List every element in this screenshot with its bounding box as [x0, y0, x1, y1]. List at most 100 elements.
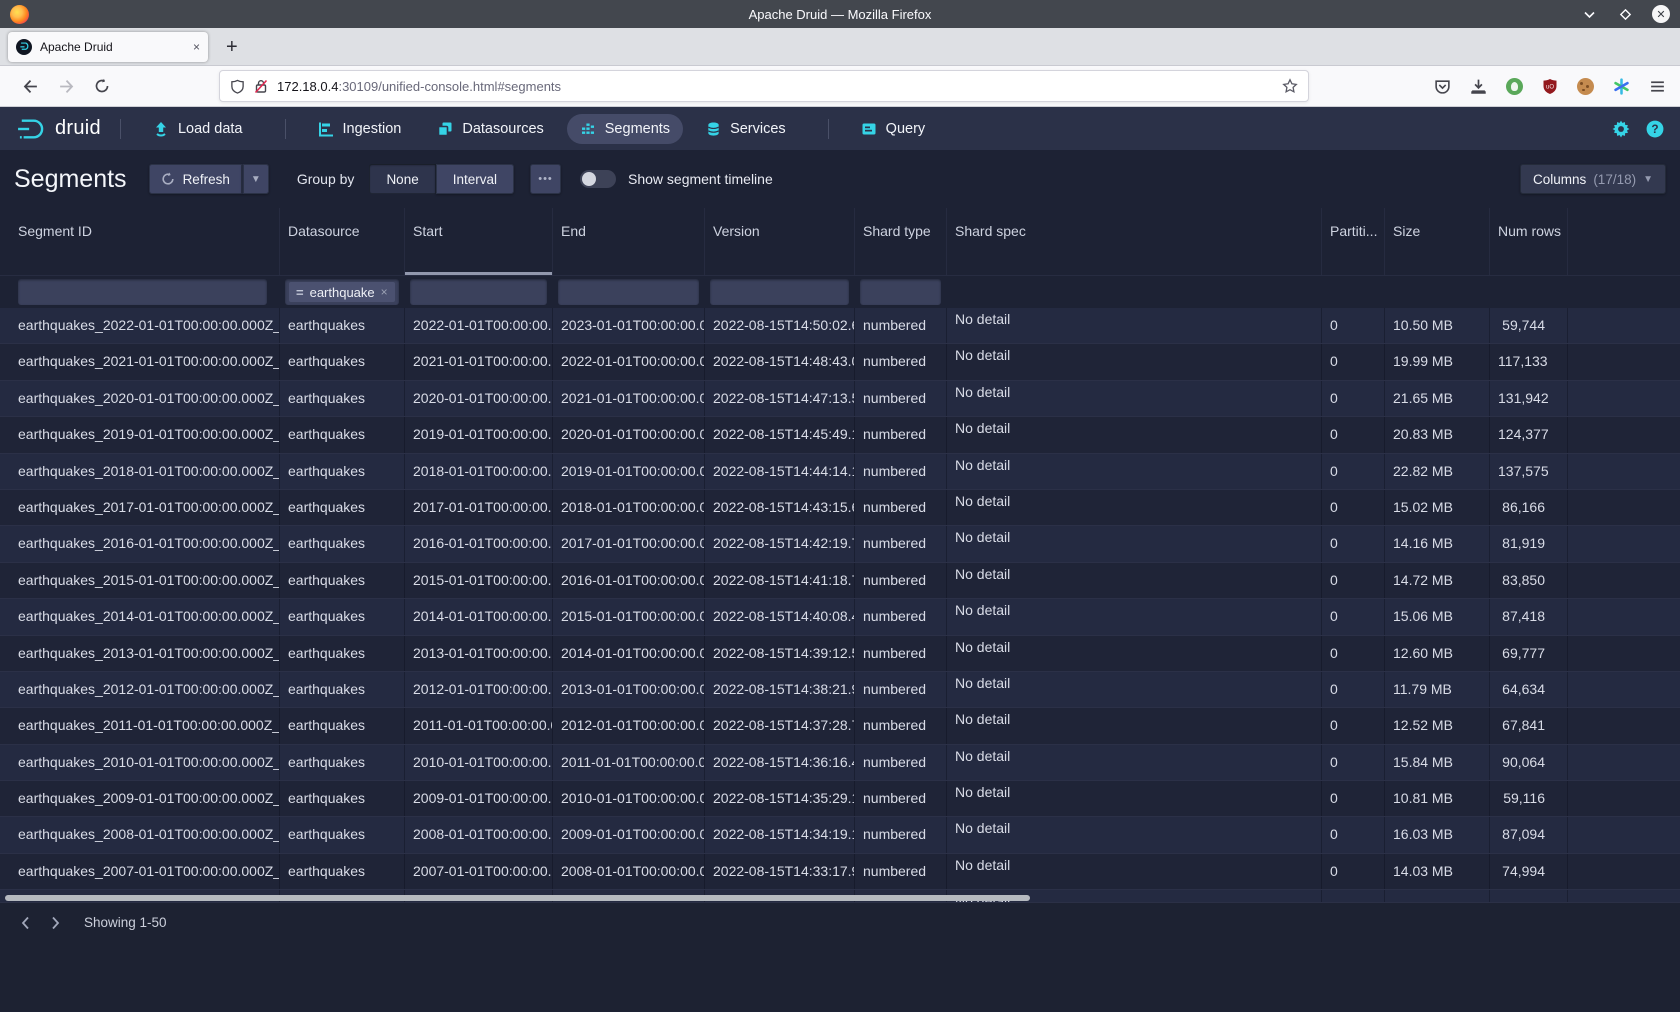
cell-start: 2010-01-01T00:00:00.0...: [405, 745, 553, 780]
cell-partition: 0: [1322, 599, 1385, 634]
cell-partition: 0: [1322, 308, 1385, 343]
cell-partition: 0: [1322, 672, 1385, 707]
cell-version: 2022-08-15T14:42:19.7...: [705, 526, 855, 561]
cell-num-rows: 74,994: [1490, 854, 1568, 889]
nav-item-ingestion[interactable]: Ingestion: [305, 114, 415, 144]
window-minimize-button[interactable]: [1580, 5, 1598, 23]
filter-input-start[interactable]: [410, 279, 547, 305]
columns-button[interactable]: Columns (17/18) ▼: [1520, 164, 1666, 194]
extension-green-icon[interactable]: [1506, 78, 1523, 95]
cell-shard-spec: No detail: [947, 636, 1322, 671]
url-bar[interactable]: 172.18.0.4:30109/unified-console.html#se…: [219, 70, 1309, 102]
refresh-button[interactable]: Refresh: [149, 164, 242, 194]
filter-input-shard-type[interactable]: [860, 279, 941, 305]
nav-item-services[interactable]: Services: [693, 114, 799, 144]
segment-timeline-label: Show segment timeline: [628, 171, 773, 187]
column-header-num-rows[interactable]: Num rows: [1490, 208, 1568, 275]
cell-shard-spec: No detail: [947, 308, 1322, 343]
cookie-extension-icon[interactable]: [1577, 78, 1594, 95]
group-by-none-button[interactable]: None: [369, 164, 435, 194]
cell-shard-spec: No detail: [947, 563, 1322, 598]
column-header-size[interactable]: Size: [1385, 208, 1490, 275]
chevron-down-icon: ▼: [1643, 174, 1653, 185]
cell-version: 2022-08-15T14:45:49.1...: [705, 417, 855, 452]
segment-timeline-toggle[interactable]: [580, 170, 616, 188]
table-row: earthquakes_2016-01-01T00:00:00.000Z_2..…: [0, 526, 1680, 562]
browser-tab-apache-druid[interactable]: Apache Druid ×: [8, 32, 208, 62]
column-header-end[interactable]: End: [553, 208, 705, 275]
next-page-button[interactable]: [40, 908, 70, 938]
refresh-options-button[interactable]: ▼: [242, 164, 269, 194]
cell-segment-id: earthquakes_2011-01-01T00:00:00.000Z_2..…: [0, 708, 280, 743]
bookmark-star-icon[interactable]: [1282, 78, 1298, 94]
filter-input-version[interactable]: [710, 279, 849, 305]
nav-item-query[interactable]: Query: [848, 114, 939, 144]
cell-shard-spec: No detail: [947, 781, 1322, 816]
column-header-version[interactable]: Version: [705, 208, 855, 275]
table-row: earthquakes_2015-01-01T00:00:00.000Z_2..…: [0, 563, 1680, 599]
table-row: earthquakes_2018-01-01T00:00:00.000Z_2..…: [0, 454, 1680, 490]
reload-button[interactable]: [86, 71, 118, 101]
insecure-lock-icon[interactable]: [254, 79, 268, 94]
downloads-icon[interactable]: [1470, 78, 1487, 95]
more-options-button[interactable]: •••: [530, 164, 561, 194]
cell-start: 2018-01-01T00:00:00.0...: [405, 454, 553, 489]
close-icon: ✕: [1652, 5, 1670, 23]
nav-item-segments[interactable]: Segments: [567, 114, 683, 144]
cell-segment-id: earthquakes_2018-01-01T00:00:00.000Z_2..…: [0, 454, 280, 489]
druid-brand[interactable]: druid: [16, 117, 101, 141]
scrollbar-thumb[interactable]: [5, 895, 1030, 901]
window-close-button[interactable]: ✕: [1652, 5, 1670, 23]
gear-icon[interactable]: [1612, 120, 1630, 138]
new-tab-button[interactable]: +: [226, 37, 238, 57]
back-button[interactable]: [14, 71, 46, 101]
cell-start: 2008-01-01T00:00:00.0...: [405, 817, 553, 852]
cell-spacer: [1568, 381, 1680, 416]
group-by-interval-button[interactable]: Interval: [436, 164, 514, 194]
ublock-icon[interactable]: uO: [1542, 78, 1558, 95]
column-header-partition[interactable]: Partiti...: [1322, 208, 1385, 275]
cell-shard-spec: No detail: [947, 381, 1322, 416]
pocket-icon[interactable]: [1434, 78, 1451, 95]
divider: [285, 119, 286, 139]
cell-end: 2015-01-01T00:00:00.0...: [553, 599, 705, 634]
cell-size: 14.16 MB: [1385, 526, 1490, 561]
filter-input-datasource[interactable]: = earthquake ×: [285, 279, 399, 305]
table-row: earthquakes_2021-01-01T00:00:00.000Z_2..…: [0, 344, 1680, 380]
column-header-datasource[interactable]: Datasource: [280, 208, 405, 275]
group-by-button-group: None Interval: [369, 164, 514, 194]
column-header-start[interactable]: Start: [405, 208, 553, 275]
cell-end: 2019-01-01T00:00:00.0...: [553, 454, 705, 489]
column-header-segment-id[interactable]: Segment ID: [0, 208, 280, 275]
filter-input-end[interactable]: [558, 279, 699, 305]
remove-filter-icon[interactable]: ×: [381, 285, 388, 299]
multi-account-extension-icon[interactable]: [1613, 78, 1630, 95]
column-header-shard-type[interactable]: Shard type: [855, 208, 947, 275]
cell-start: 2013-01-01T00:00:00.0...: [405, 636, 553, 671]
refresh-split-button: Refresh ▼: [149, 164, 269, 194]
help-icon[interactable]: ?: [1646, 120, 1664, 138]
nav-item-datasources[interactable]: Datasources: [424, 114, 556, 144]
cell-num-rows: 67,841: [1490, 708, 1568, 743]
cell-datasource: earthquakes: [280, 417, 405, 452]
nav-item-load-data[interactable]: Load data: [140, 114, 256, 144]
tab-close-icon[interactable]: ×: [193, 40, 200, 54]
cell-size: 12.52 MB: [1385, 708, 1490, 743]
gantt-chart-icon: [318, 121, 334, 137]
cell-shard-spec: No detail: [947, 454, 1322, 489]
cell-version: 2022-08-15T14:47:13.5...: [705, 381, 855, 416]
filter-input-segment-id[interactable]: [18, 279, 267, 305]
cell-size: 10.81 MB: [1385, 781, 1490, 816]
horizontal-scrollbar[interactable]: [0, 894, 1680, 902]
previous-page-button[interactable]: [10, 908, 40, 938]
menu-hamburger-icon[interactable]: [1649, 78, 1666, 95]
equals-icon: =: [296, 285, 304, 300]
brand-name: druid: [55, 117, 101, 140]
cell-segment-id: earthquakes_2019-01-01T00:00:00.000Z_2..…: [0, 417, 280, 452]
column-header-shard-spec[interactable]: Shard spec: [947, 208, 1322, 275]
datasource-filter-tag[interactable]: = earthquake ×: [289, 282, 395, 302]
cell-end: 2014-01-01T00:00:00.0...: [553, 636, 705, 671]
tracking-shield-icon[interactable]: [230, 79, 245, 94]
window-maximize-button[interactable]: [1616, 5, 1634, 23]
forward-button[interactable]: [50, 71, 82, 101]
